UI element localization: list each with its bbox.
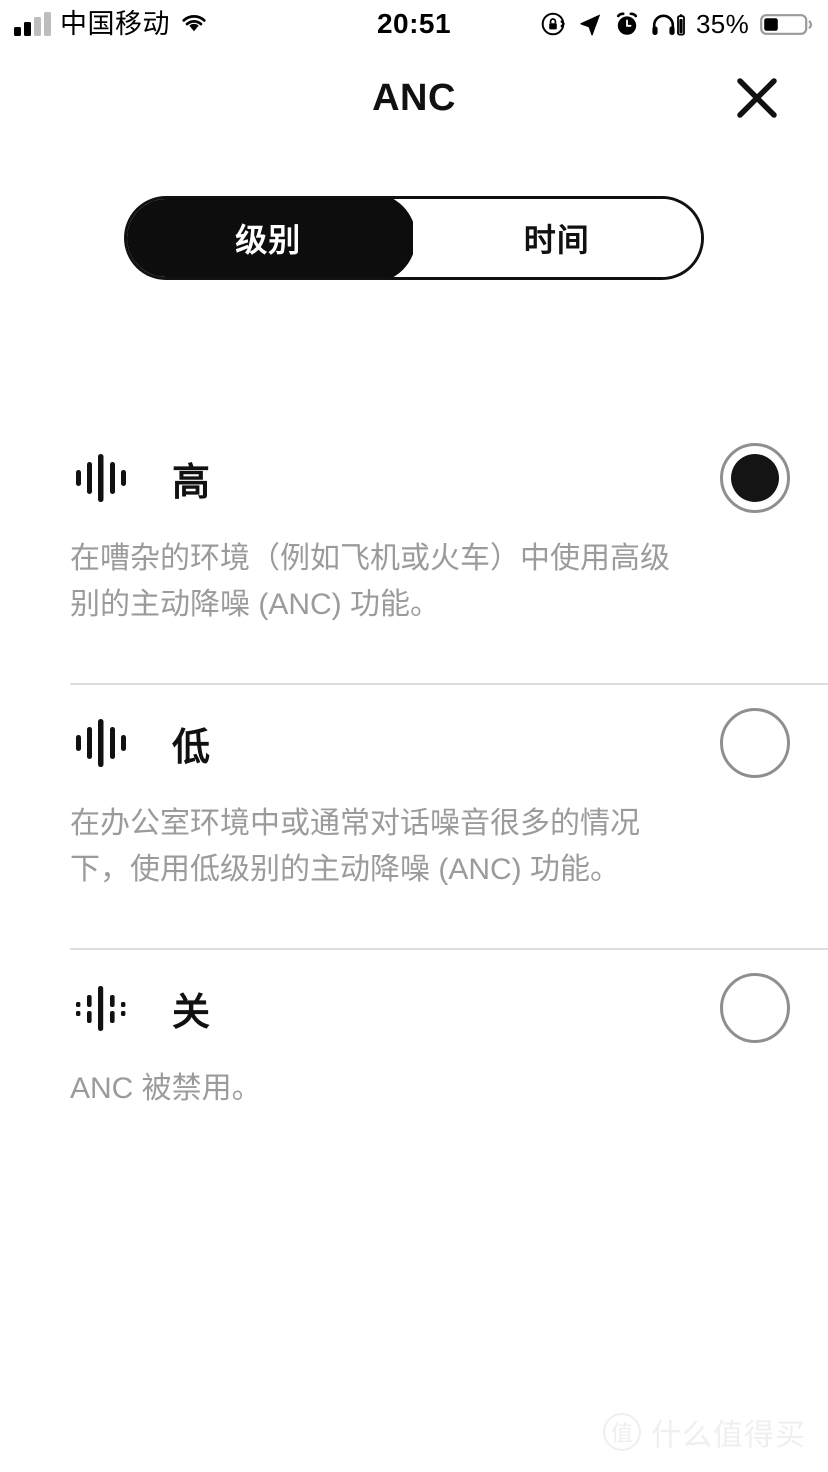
option-low: 低 在办公室环境中或通常对话噪音很多的情况下，使用低级别的主动降噪 (ANC) … (0, 685, 828, 951)
page-title: ANC (372, 76, 456, 119)
option-high-radio[interactable] (720, 443, 790, 513)
anc-wave-on-icon (70, 448, 134, 508)
close-icon[interactable] (722, 63, 792, 133)
anc-option-list: 高 在嘈杂的环境（例如飞机或火车）中使用高级别的主动降噪 (ANC) 功能。 低… (0, 420, 828, 1122)
option-off-label: 关 (172, 991, 212, 1034)
anc-wave-on-icon (70, 713, 134, 773)
tab-time[interactable]: 时间 (412, 199, 701, 277)
mode-segmented-control[interactable]: 级别 时间 (124, 196, 704, 280)
location-arrow-icon (577, 11, 603, 37)
radio-dot (731, 454, 779, 502)
watermark-badge: 值 (603, 1413, 641, 1451)
option-high-description: 在嘈杂的环境（例如飞机或火车）中使用高级别的主动降噪 (ANC) 功能。 (70, 542, 670, 621)
status-bar-clock: 20:51 (376, 8, 452, 39)
headphones-battery-icon (651, 11, 685, 37)
rotation-lock-icon (540, 11, 566, 37)
page-header: ANC (0, 48, 828, 148)
option-off: 关 ANC 被禁用。 (0, 950, 828, 1122)
option-low-label: 低 (172, 726, 212, 769)
status-bar: 中国移动 20:51 35% (0, 0, 828, 48)
option-low-radio[interactable] (720, 708, 790, 779)
option-low-description: 在办公室环境中或通常对话噪音很多的情况下，使用低级别的主动降噪 (ANC) 功能… (70, 807, 640, 886)
option-high-label: 高 (172, 461, 212, 504)
option-off-description: ANC 被禁用。 (70, 1072, 262, 1106)
battery-icon (760, 11, 814, 37)
tab-level[interactable]: 级别 (127, 199, 413, 277)
phone-screen: 中国移动 20:51 35% ANC 级别 时间 高 在嘈杂的环境（例如飞机或火… (0, 0, 828, 1472)
alarm-clock-icon (614, 11, 640, 37)
watermark-text: 什么值得买 (651, 1419, 806, 1452)
option-high: 高 在嘈杂的环境（例如飞机或火车）中使用高级别的主动降噪 (ANC) 功能。 (0, 420, 828, 686)
watermark: 值 什么值得买 (603, 1410, 806, 1454)
battery-percent-label: 35% (696, 8, 749, 39)
option-high-row[interactable]: 高 (0, 420, 828, 536)
option-low-row[interactable]: 低 (0, 685, 828, 801)
option-off-row[interactable]: 关 (0, 950, 828, 1066)
option-off-radio[interactable] (720, 973, 790, 1044)
status-bar-right: 35% (540, 0, 814, 48)
anc-wave-off-icon (70, 978, 134, 1038)
